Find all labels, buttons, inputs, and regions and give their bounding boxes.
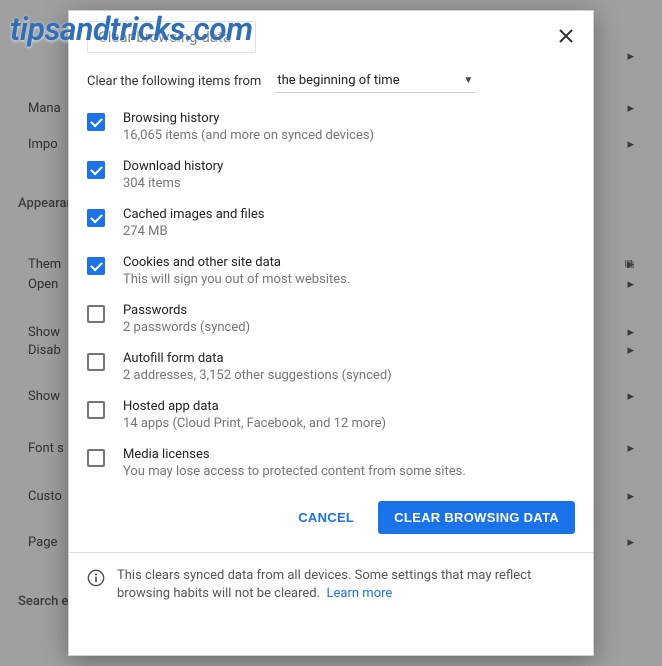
option-row: Autofill form data 2 addresses, 3,152 oth…: [87, 343, 575, 391]
option-label: Browsing history: [123, 111, 374, 126]
option-text: Browsing history 16,065 items (and more o…: [123, 111, 374, 143]
option-checkbox[interactable]: [87, 161, 105, 179]
option-text: Cookies and other site data This will sig…: [123, 255, 350, 287]
option-description: 14 apps (Cloud Print, Facebook, and 12 m…: [123, 416, 386, 431]
option-description: You may lose access to protected content…: [123, 464, 466, 479]
option-row: Cookies and other site data This will sig…: [87, 247, 575, 295]
option-checkbox[interactable]: [87, 305, 105, 323]
option-description: 16,065 items (and more on synced devices…: [123, 128, 374, 143]
option-text: Autofill form data 2 addresses, 3,152 oth…: [123, 351, 392, 383]
option-row: Hosted app data 14 apps (Cloud Print, Fac…: [87, 391, 575, 439]
option-text: Download history 304 items: [123, 159, 223, 191]
external-link-icon: ⧉: [625, 257, 634, 272]
option-checkbox[interactable]: [87, 401, 105, 419]
clear-browsing-data-dialog: Clear browsing data Clear the following …: [68, 10, 594, 656]
option-description: 274 MB: [123, 224, 264, 239]
option-text: Hosted app data 14 apps (Cloud Print, Fac…: [123, 399, 386, 431]
option-checkbox[interactable]: [87, 353, 105, 371]
option-text: Passwords 2 passwords (synced): [123, 303, 250, 335]
bg-section-header: Search e: [18, 594, 69, 609]
cancel-button[interactable]: Cancel: [282, 501, 370, 534]
option-row: Browsing history 16,065 items (and more o…: [87, 103, 575, 151]
chevron-right-icon: ▸: [627, 441, 634, 456]
option-checkbox[interactable]: [87, 113, 105, 131]
bg-section-header: Appearan: [18, 196, 74, 211]
option-label: Download history: [123, 159, 223, 174]
prompt-label: Clear the following items from: [87, 74, 261, 89]
option-row: Cached images and files 274 MB: [87, 199, 575, 247]
chevron-right-icon: ▸: [627, 489, 634, 504]
dropdown-arrow-icon: ▼: [463, 75, 473, 86]
chevron-right-icon: ▸: [627, 343, 634, 358]
option-label: Media licenses: [123, 447, 466, 462]
bg-row: ⧉: [612, 248, 642, 280]
chevron-right-icon: ▸: [627, 101, 634, 116]
info-icon: [87, 569, 105, 587]
chevron-right-icon: ▸: [627, 325, 634, 340]
close-button[interactable]: [553, 23, 579, 52]
option-checkbox[interactable]: [87, 209, 105, 227]
option-row: Download history 304 items: [87, 151, 575, 199]
dialog-title: Clear browsing data: [87, 21, 256, 53]
chevron-right-icon: ▸: [627, 137, 634, 152]
time-range-value: the beginning of time: [277, 73, 399, 88]
option-row: Passwords 2 passwords (synced): [87, 295, 575, 343]
option-label: Autofill form data: [123, 351, 392, 366]
learn-more-link[interactable]: Learn more: [327, 586, 393, 601]
option-label: Cached images and files: [123, 207, 264, 222]
clear-browsing-data-button[interactable]: Clear browsing data: [378, 501, 575, 534]
option-label: Hosted app data: [123, 399, 386, 414]
option-text: Cached images and files 274 MB: [123, 207, 264, 239]
chevron-right-icon: ▸: [627, 277, 634, 292]
option-description: 2 addresses, 3,152 other suggestions (sy…: [123, 368, 392, 383]
option-row: Media licenses You may lose access to pro…: [87, 439, 575, 487]
option-description: This will sign you out of most websites.: [123, 272, 350, 287]
option-description: 2 passwords (synced): [123, 320, 250, 335]
time-range-select[interactable]: the beginning of time ▼: [275, 69, 475, 93]
option-checkbox[interactable]: [87, 449, 105, 467]
option-text: Media licenses You may lose access to pro…: [123, 447, 466, 479]
footer-text: This clears synced data from all devices…: [117, 567, 575, 603]
option-label: Cookies and other site data: [123, 255, 350, 270]
chevron-right-icon: ▸: [627, 389, 634, 404]
option-label: Passwords: [123, 303, 250, 318]
chevron-right-icon: ▸: [627, 535, 634, 550]
option-description: 304 items: [123, 176, 223, 191]
chevron-right-icon: ▸: [627, 257, 634, 272]
option-checkbox[interactable]: [87, 257, 105, 275]
close-icon: [559, 29, 573, 43]
options-list: Browsing history 16,065 items (and more o…: [69, 99, 593, 487]
chevron-right-icon: ▸: [627, 49, 634, 64]
